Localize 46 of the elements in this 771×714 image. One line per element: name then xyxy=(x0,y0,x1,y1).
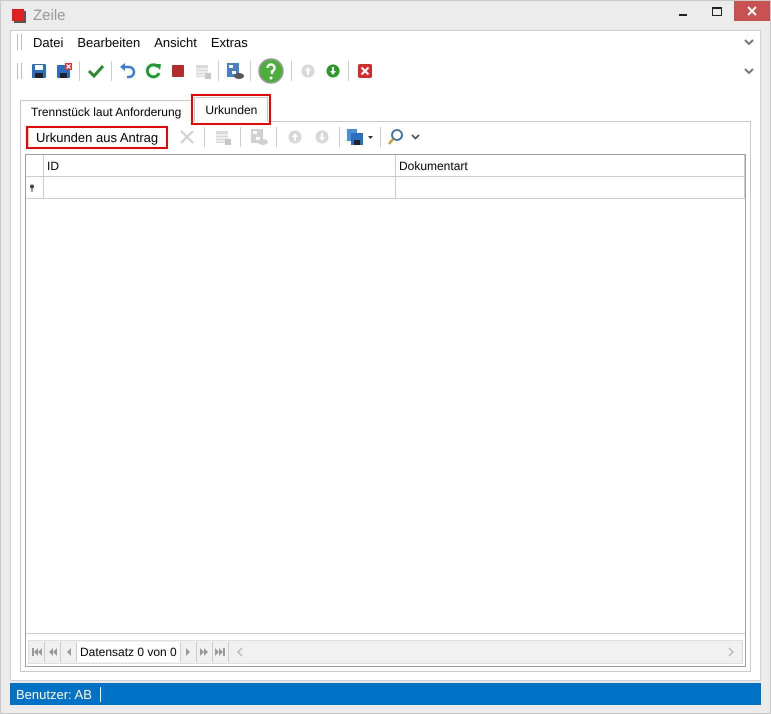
delete-icon xyxy=(178,128,196,146)
save-close-icon xyxy=(54,62,72,80)
arrow-up-icon xyxy=(288,130,302,144)
table-icon xyxy=(194,62,212,80)
search-dropdown-icon xyxy=(387,128,422,146)
last-record-button[interactable] xyxy=(212,642,229,662)
undo-icon xyxy=(118,62,136,80)
last-icon xyxy=(215,648,226,656)
tab[interactable]: Trennstück laut Anforderung xyxy=(20,100,192,122)
column-header[interactable]: ID xyxy=(44,155,396,176)
rewind-icon xyxy=(48,648,58,656)
save-icon xyxy=(30,62,48,80)
first-record-button[interactable] xyxy=(29,642,45,662)
app-icon xyxy=(11,8,27,24)
diagram-icon xyxy=(226,62,244,80)
close-button[interactable] xyxy=(734,1,770,21)
help-icon xyxy=(258,58,284,84)
arrow-down-icon xyxy=(326,64,340,78)
menu-item[interactable]: Ansicht xyxy=(147,34,204,50)
close-icon xyxy=(747,6,757,16)
pin-icon xyxy=(29,184,35,192)
maximize-icon xyxy=(712,6,722,16)
import-button[interactable]: Urkunden aus Antrag xyxy=(26,126,168,148)
scroll-right-icon[interactable] xyxy=(726,647,736,657)
first-icon xyxy=(32,648,42,656)
chevron-down-icon[interactable] xyxy=(744,38,754,46)
table-icon xyxy=(214,128,232,146)
tab[interactable]: Urkunden xyxy=(194,97,268,122)
fast-forward-icon xyxy=(199,648,210,656)
diagram-icon xyxy=(250,128,268,146)
refresh-icon xyxy=(144,62,162,80)
window-title: Zeile xyxy=(33,7,66,24)
arrow-up-icon xyxy=(300,64,314,78)
user-label: Benutzer: AB xyxy=(16,686,101,702)
minimize-icon xyxy=(679,14,687,16)
menu-item[interactable]: Datei xyxy=(26,34,70,50)
menu-item[interactable]: Extras xyxy=(204,34,255,50)
scroll-left-icon[interactable] xyxy=(234,647,245,657)
arrow-down-icon xyxy=(314,130,329,144)
close-icon xyxy=(356,62,374,80)
save-dropdown-icon xyxy=(346,128,374,146)
column-header[interactable]: Dokumentart xyxy=(396,155,745,176)
checkmark-icon xyxy=(86,62,104,80)
chevron-down-icon[interactable] xyxy=(744,67,754,75)
menu-item[interactable]: Bearbeiten xyxy=(70,34,148,50)
record-counter: Datensatz 0 von 0 xyxy=(77,642,181,662)
